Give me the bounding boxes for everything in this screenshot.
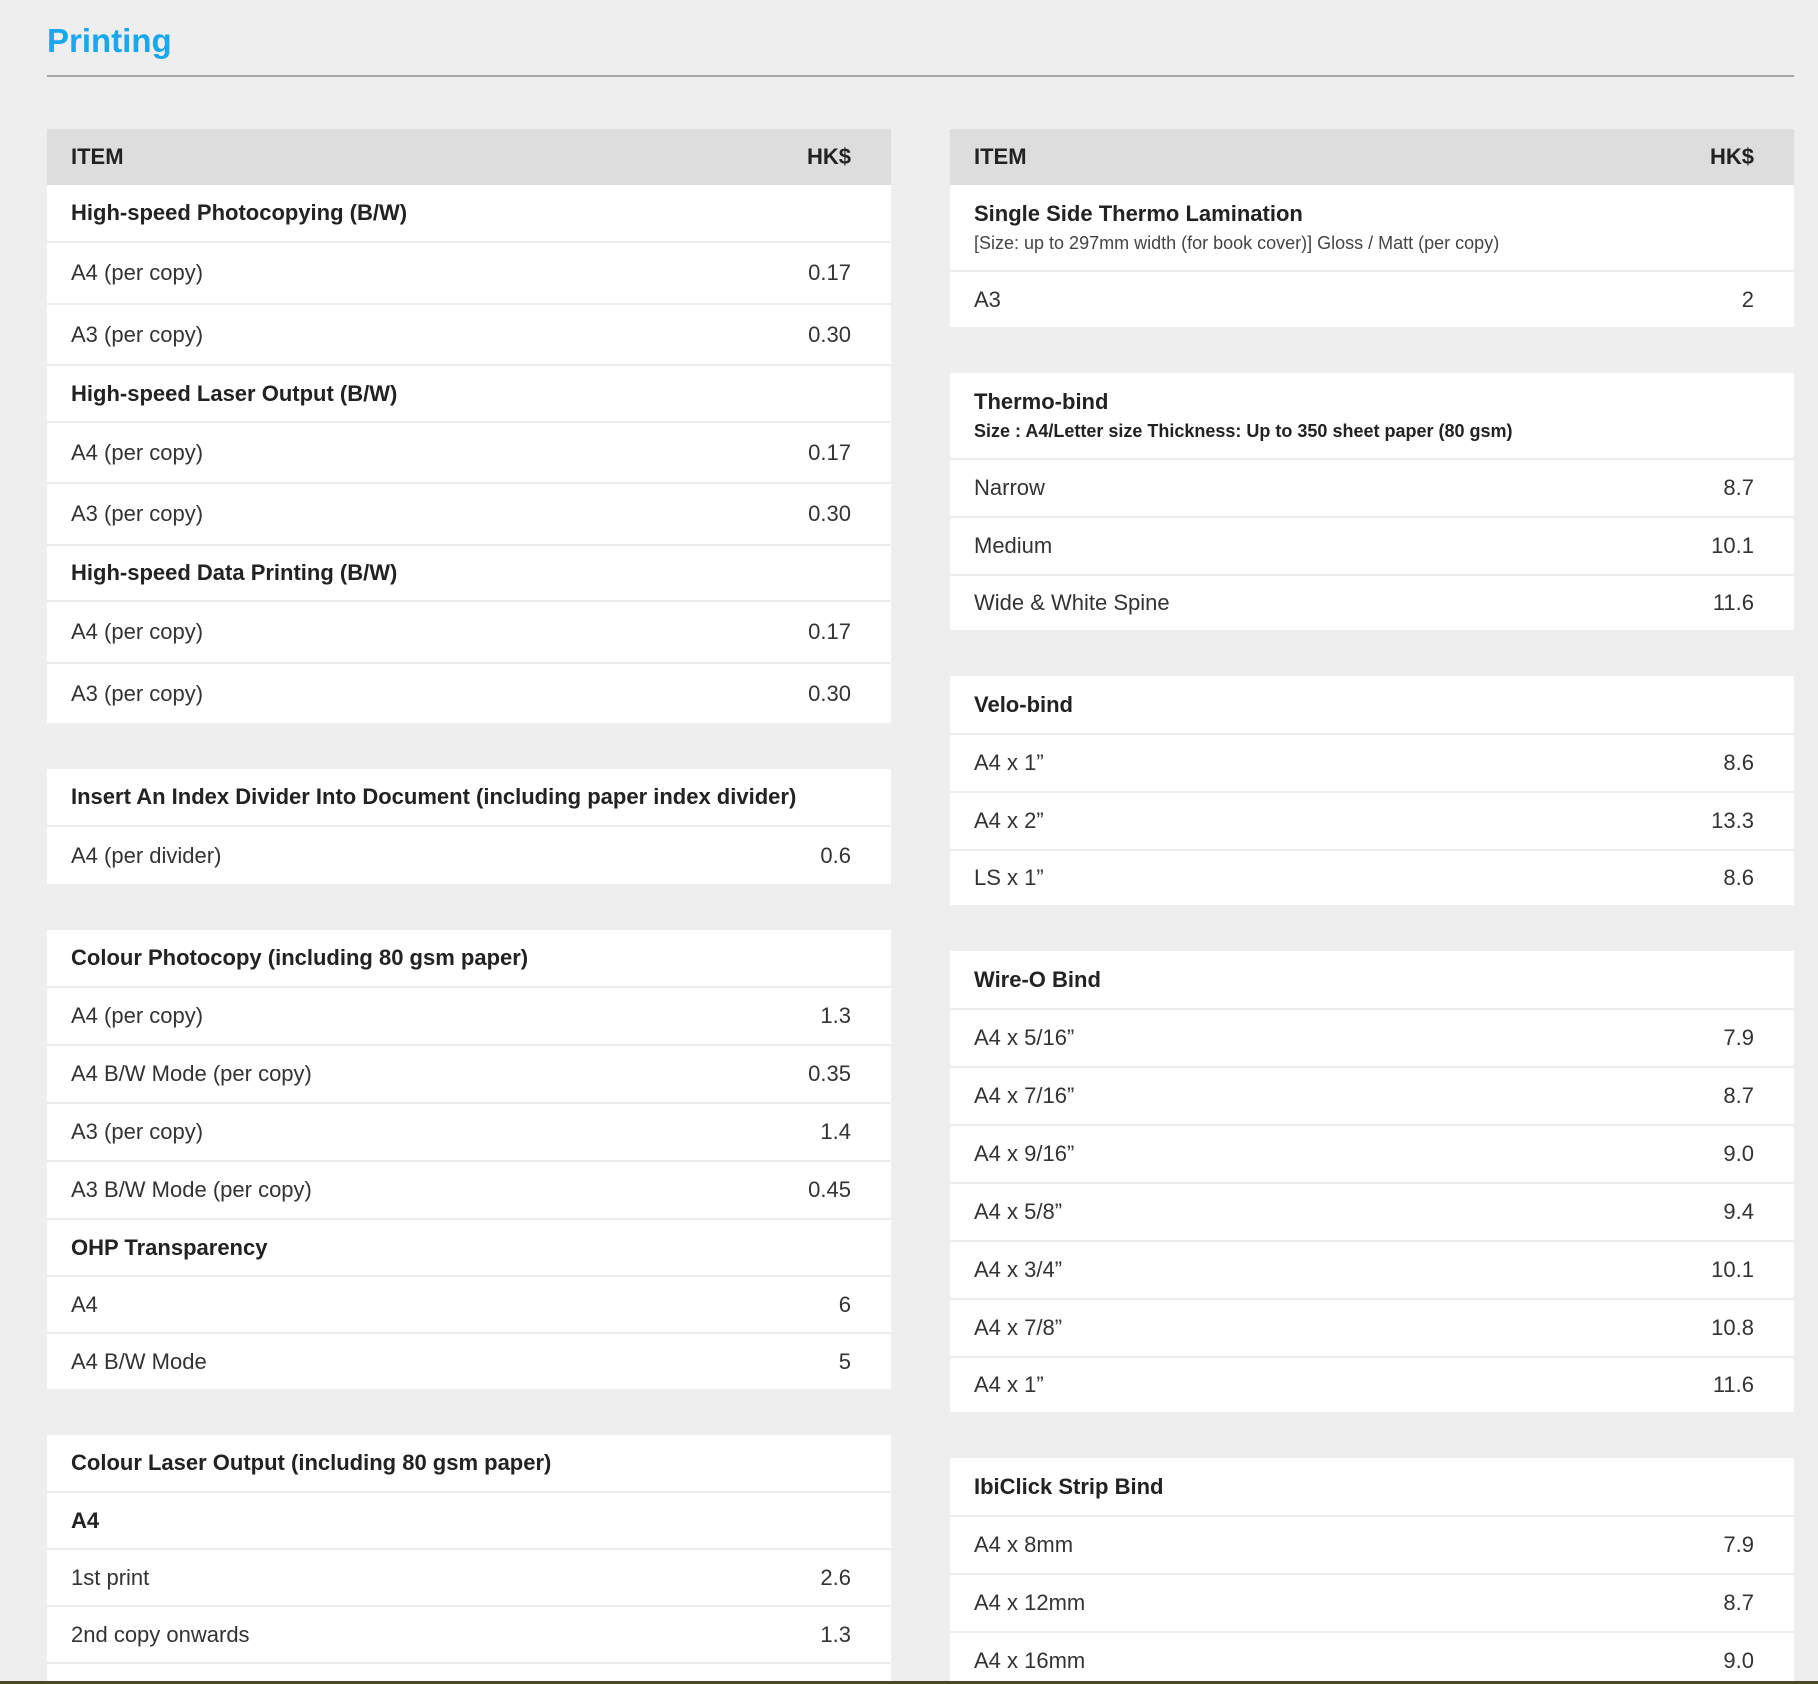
- group-title: IbiClick Strip Bind: [974, 1473, 1164, 1499]
- table-row: A4 x 7/16” 8.7: [950, 1066, 1794, 1124]
- table-row: A3 (per copy) 1.4: [47, 1102, 891, 1160]
- group-subtitle: A4: [47, 1491, 891, 1548]
- table-row: A4 6: [47, 1275, 891, 1332]
- table-row: A4 x 7/8” 10.8: [950, 1298, 1794, 1356]
- table-row: 2nd copy onwards 1.3: [47, 1605, 891, 1662]
- table-row: A4 x 9/16” 9.0: [950, 1124, 1794, 1182]
- table-row: A4 (per copy) 0.17: [47, 600, 891, 662]
- page-title: Printing: [47, 22, 172, 59]
- table-row: A4 (per divider) 0.6: [47, 825, 891, 884]
- table-row: A4 (per copy) 1.3: [47, 986, 891, 1044]
- lamination-table: ITEM HK$ Single Side Thermo Lamination […: [950, 129, 1794, 327]
- table-row: Wide & White Spine 11.6: [950, 574, 1794, 630]
- table-row: A4 (per copy) 0.17: [47, 421, 891, 482]
- group-title: Wire-O Bind: [974, 966, 1101, 992]
- group-title: High-speed Laser Output (B/W): [47, 364, 891, 421]
- thermo-bind-table: Thermo-bind Size : A4/Letter size Thickn…: [950, 373, 1794, 630]
- group-title: Single Side Thermo Lamination [Size: up …: [974, 201, 1500, 253]
- colour-laser-table: Colour Laser Output (including 80 gsm pa…: [47, 1435, 891, 1684]
- table-row: A4 x 3/4” 10.1: [950, 1240, 1794, 1298]
- item-column-header: ITEM: [71, 144, 124, 169]
- bw-printing-table: ITEM HK$ High-speed Photocopying (B/W) A…: [47, 129, 891, 723]
- table-row: Narrow 8.7: [950, 458, 1794, 516]
- price-column-header: HK$: [806, 144, 851, 169]
- group-title: High-speed Photocopying (B/W): [71, 200, 408, 225]
- group-title: Colour Laser Output (including 80 gsm pa…: [71, 1450, 552, 1475]
- table-row: A4 x 16mm 9.0: [950, 1631, 1794, 1684]
- index-divider-table: Insert An Index Divider Into Document (i…: [47, 769, 891, 884]
- table-row: A4 x 1” 11.6: [950, 1356, 1794, 1412]
- group-title: Colour Photocopy (including 80 gsm paper…: [71, 945, 529, 970]
- table-row: LS x 1” 8.6: [950, 849, 1794, 905]
- group-title: Thermo-bind Size : A4/Letter size Thickn…: [974, 389, 1513, 441]
- table-row: A4 x 5/16” 7.9: [950, 1008, 1794, 1066]
- ibiclick-bind-table: IbiClick Strip Bind A4 x 8mm 7.9 A4 x 12m…: [950, 1458, 1794, 1684]
- table-row: A4 B/W Mode (per copy) 0.35: [47, 1044, 891, 1102]
- table-row: A4 x 8mm 7.9: [950, 1515, 1794, 1573]
- left-column: ITEM HK$ High-speed Photocopying (B/W) A…: [47, 129, 891, 1684]
- right-column: ITEM HK$ Single Side Thermo Lamination […: [950, 129, 1794, 1684]
- table-row: A3 B/W Mode (per copy) 0.45: [47, 1160, 891, 1218]
- table-row: Medium 10.1: [950, 516, 1794, 574]
- table-row: A4 (per copy) 0.17: [47, 241, 891, 303]
- table-row: A3 (per copy) 0.30: [47, 662, 891, 723]
- table-header: ITEM HK$: [950, 129, 1794, 185]
- velo-bind-table: Velo-bind A4 x 1” 8.6 A4 x 2” 13.3 LS x 1”…: [950, 676, 1794, 905]
- group-title: Velo-bind: [974, 691, 1073, 717]
- group-title: Insert An Index Divider Into Document (i…: [71, 784, 797, 809]
- wire-o-bind-table: Wire-O Bind A4 x 5/16” 7.9 A4 x 7/16” 8.7 …: [950, 951, 1794, 1412]
- colour-photocopy-table: Colour Photocopy (including 80 gsm paper…: [47, 930, 891, 1389]
- group-note: Size : A4/Letter size Thickness: Up to 3…: [974, 421, 1513, 441]
- table-header: ITEM HK$: [47, 129, 891, 185]
- table-row: A4 B/W Mode 5: [47, 1332, 891, 1389]
- table-row: A4 x 2” 13.3: [950, 791, 1794, 849]
- table-row: A3 (per copy) 0.30: [47, 303, 891, 364]
- item-column-header: ITEM: [974, 144, 1027, 169]
- table-row: A3 (per copy) 0.30: [47, 482, 891, 544]
- group-note: [Size: up to 297mm width (for book cover…: [974, 233, 1500, 253]
- group-title: OHP Transparency: [47, 1218, 891, 1275]
- printing-page: Printing ITEM HK$ High-speed Photocopyin…: [0, 0, 1818, 1684]
- price-column-header: HK$: [1709, 144, 1754, 169]
- table-row: A3 2: [950, 270, 1794, 327]
- table-row: 1st print 2.6: [47, 1548, 891, 1605]
- title-divider: [47, 75, 1794, 77]
- table-row: A4 x 12mm 8.7: [950, 1573, 1794, 1631]
- group-title: High-speed Data Printing (B/W): [47, 544, 891, 600]
- table-row: A4 x 1” 8.6: [950, 733, 1794, 791]
- table-row: A4 x 5/8” 9.4: [950, 1182, 1794, 1240]
